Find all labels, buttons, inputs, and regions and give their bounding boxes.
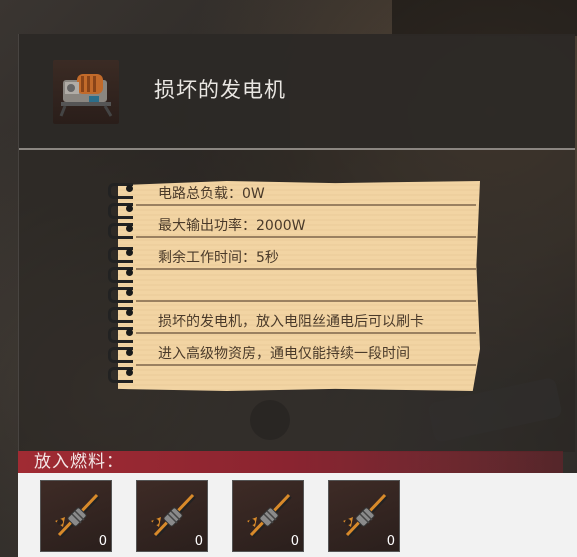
fuel-section-header: 放入燃料： xyxy=(18,451,563,473)
ring-hole xyxy=(126,309,133,316)
description-line-1: 损坏的发电机，放入电阻丝通电后可以刷卡 xyxy=(158,314,424,330)
slot-count: 0 xyxy=(98,534,107,549)
ring-hole xyxy=(126,249,133,256)
generator-icon xyxy=(53,60,119,124)
item-header: 损坏的发电机 xyxy=(19,34,575,150)
slot-count: 0 xyxy=(290,534,299,549)
fuel-label: 放入燃料： xyxy=(34,452,124,472)
circuit-load-text: 电路总负载：0W xyxy=(158,186,265,202)
fuel-slot[interactable]: 0 xyxy=(40,480,112,552)
note-line xyxy=(136,268,476,270)
background-shadow xyxy=(392,0,577,36)
item-title: 损坏的发电机 xyxy=(154,78,286,102)
description-line-2: 进入高级物资房，通电仅能持续一段时间 xyxy=(158,346,410,362)
max-output-text: 最大输出功率：2000W xyxy=(158,218,306,234)
ring-hole xyxy=(126,205,133,212)
ring-hole xyxy=(126,349,133,356)
fuel-slot[interactable]: 0 xyxy=(136,480,208,552)
ring-hole xyxy=(126,225,133,232)
notebook-rings xyxy=(108,181,148,391)
remaining-time-text: 剩余工作时间：5秒 xyxy=(158,250,279,266)
fuel-slot[interactable]: 0 xyxy=(232,480,304,552)
note-line xyxy=(136,364,476,366)
info-note: 电路总负载：0W 最大输出功率：2000W 剩余工作时间：5秒 损坏的发电机，放… xyxy=(118,181,480,391)
slot-count: 0 xyxy=(194,534,203,549)
note-line xyxy=(136,300,476,302)
fuel-slot[interactable]: 0 xyxy=(328,480,400,552)
note-line xyxy=(136,332,476,334)
note-line xyxy=(136,204,476,206)
ring-hole xyxy=(126,289,133,296)
ring-hole xyxy=(126,185,133,192)
slot-count: 0 xyxy=(386,534,395,549)
ring-hole xyxy=(126,269,133,276)
note-line xyxy=(136,236,476,238)
ring-hole xyxy=(126,329,133,336)
ring-hole xyxy=(126,369,133,376)
